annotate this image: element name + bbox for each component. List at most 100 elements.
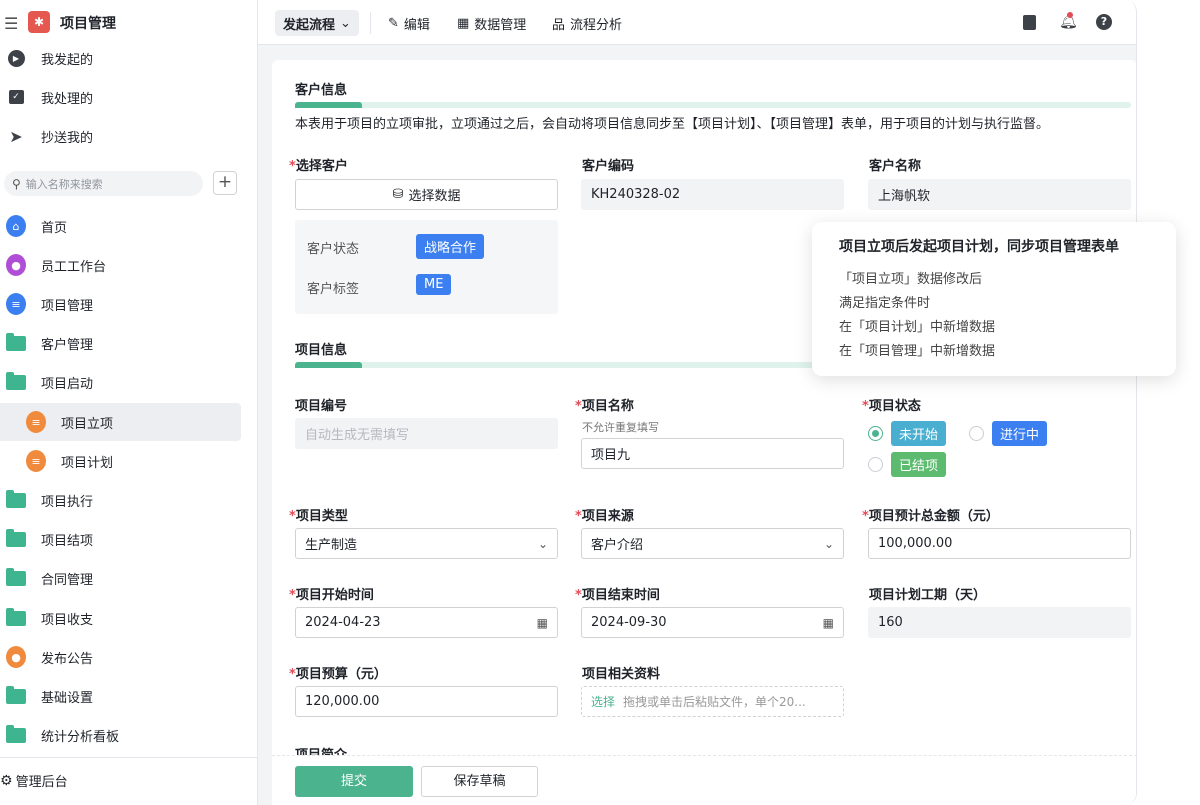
end-date-input[interactable]: 2024-09-30 ▦ xyxy=(581,607,844,638)
sidebar-item[interactable]: ≡ 项目立项 xyxy=(0,403,241,441)
status-radio-not-started[interactable]: 未开始 xyxy=(868,421,947,446)
select-data-button[interactable]: ⛁ 选择数据 xyxy=(295,179,558,210)
help-icon[interactable]: ? xyxy=(1096,14,1112,30)
sidebar-item[interactable]: 统计分析看板 xyxy=(0,717,241,755)
project-no-field: 自动生成无需填写 xyxy=(295,418,558,449)
label: 项目状态 xyxy=(868,399,921,414)
duration-field: 160 xyxy=(868,607,1131,638)
sidebar-item-label: 项目立项 xyxy=(61,416,114,432)
label: 项目来源 xyxy=(581,509,634,524)
notebook-icon[interactable] xyxy=(1023,15,1036,30)
bell-icon[interactable]: 🔔︎ xyxy=(1059,12,1078,30)
budget-input[interactable]: 120,000.00 xyxy=(295,686,558,717)
label: 项目预算（元） xyxy=(295,667,387,682)
label: 流程分析 xyxy=(570,17,623,33)
sidebar-item[interactable]: 客户管理 xyxy=(0,325,241,363)
sidebar-item[interactable]: 项目结项 xyxy=(0,521,241,559)
sidebar-item-label: 合同管理 xyxy=(41,573,94,589)
sidebar-item-label: 首页 xyxy=(41,220,68,236)
data-manage-button[interactable]: ▦ 数据管理 xyxy=(457,10,526,36)
sidebar-item-started[interactable]: ▶ 我发起的 xyxy=(0,39,241,77)
sidebar-item[interactable]: ≡ 项目管理 xyxy=(0,285,241,323)
sidebar-item-cc[interactable]: ➤ 抄送我的 xyxy=(0,117,241,155)
sidebar-item[interactable]: 合同管理 xyxy=(0,560,241,598)
label: 我处理的 xyxy=(41,91,94,107)
user-icon: ● xyxy=(6,646,26,669)
sidebar-item[interactable]: ≡ 项目计划 xyxy=(0,442,241,480)
database-icon: ⛁ xyxy=(392,187,404,202)
chevron-down-icon: ⌄ xyxy=(537,536,548,551)
user-icon: ● xyxy=(6,254,26,277)
sidebar-item[interactable]: 项目收支 xyxy=(0,599,241,637)
radio[interactable] xyxy=(868,426,883,441)
folder-icon xyxy=(6,529,26,550)
flow-analysis-button[interactable]: 品流程分析 xyxy=(552,10,622,36)
tooltip-line: 「项目立项」数据修改后 xyxy=(839,272,983,287)
folder-icon xyxy=(6,725,26,746)
sidebar-item[interactable]: ● 发布公告 xyxy=(0,638,241,676)
sidebar-item[interactable]: ● 员工工作台 xyxy=(0,246,241,284)
attachment-upload[interactable]: 选择 拖拽或单击后粘贴文件，单个20... xyxy=(581,686,844,717)
menu-icon[interactable]: ☰ xyxy=(4,14,18,33)
admin-link[interactable]: ⚙ 管理后台 xyxy=(0,771,68,791)
status-tag: 进行中 xyxy=(992,421,1048,446)
sidebar-item-label: 基础设置 xyxy=(41,690,94,706)
launch-flow-dropdown[interactable]: 发起流程 ⌄ xyxy=(275,10,359,36)
app-window: ☰ ✱ 项目管理 ▶ 我发起的 ✓ 我处理的 ➤ 抄送我的 ⚲ 输入名称来搜索 + ⌂ 首… xyxy=(0,0,1137,805)
search-icon: ⚲ xyxy=(12,176,21,191)
label: 项目类型 xyxy=(295,509,348,524)
search-input[interactable]: ⚲ 输入名称来搜索 xyxy=(4,171,203,196)
label: 项目相关资料 xyxy=(582,667,661,682)
label: 项目开始时间 xyxy=(295,588,374,603)
status-radio-finished[interactable]: 已结项 xyxy=(868,452,947,477)
label: 项目名称 xyxy=(581,399,634,414)
doc-icon: ≡ xyxy=(26,411,46,433)
folder-icon xyxy=(6,685,26,706)
start-date-input[interactable]: 2024-04-23 ▦ xyxy=(295,607,558,638)
label: 数据管理 xyxy=(474,17,527,33)
upload-hint: 拖拽或单击后粘贴文件，单个20... xyxy=(623,695,806,709)
sidebar-item[interactable]: 项目启动 xyxy=(0,364,241,402)
sidebar-item-handled[interactable]: ✓ 我处理的 xyxy=(0,78,241,116)
project-name-input[interactable]: 项目九 xyxy=(581,438,844,469)
sidebar-item-label: 项目计划 xyxy=(61,455,114,471)
sidebar-item-label: 项目启动 xyxy=(41,377,94,393)
value: 客户介绍 xyxy=(591,538,644,553)
label: 客户标签 xyxy=(307,282,360,297)
add-button[interactable]: + xyxy=(213,171,237,195)
folder-open-icon xyxy=(6,372,26,393)
folder-icon xyxy=(6,568,26,589)
tooltip-line: 在「项目管理」中新增数据 xyxy=(839,344,996,359)
calendar-icon: ▦ xyxy=(822,615,834,630)
label: 选择客户 xyxy=(295,159,348,174)
sidebar-item[interactable]: 基础设置 xyxy=(0,677,241,715)
section-bar xyxy=(295,102,1131,108)
save-draft-button[interactable]: 保存草稿 xyxy=(421,766,538,797)
select-file-link[interactable]: 选择 xyxy=(591,693,615,710)
radio[interactable] xyxy=(868,457,883,472)
radio[interactable] xyxy=(969,426,984,441)
sidebar-item-label: 客户管理 xyxy=(41,338,94,354)
tooltip-line: 在「项目计划」中新增数据 xyxy=(839,320,996,335)
chevron-down-icon: ⌄ xyxy=(823,536,834,551)
sidebar-item[interactable]: ⌂ 首页 xyxy=(0,207,241,245)
customer-status-tag: 战略合作 xyxy=(416,234,485,259)
sidebar-item-label: 项目执行 xyxy=(41,494,94,510)
app-title: 项目管理 xyxy=(60,16,116,32)
doc-icon: ≡ xyxy=(26,450,46,473)
status-radio-in-progress[interactable]: 进行中 xyxy=(969,421,1048,446)
sidebar-item[interactable]: 项目执行 xyxy=(0,481,241,519)
project-type-select[interactable]: 生产制造 ⌄ xyxy=(295,528,558,559)
edit-button[interactable]: ✎ 编辑 xyxy=(388,10,430,36)
total-amount-input[interactable]: 100,000.00 xyxy=(868,528,1131,559)
project-source-select[interactable]: 客户介绍 ⌄ xyxy=(581,528,844,559)
form-card: 客户信息 本表用于项目的立项审批，立项通过之后，会自动将项目信息同步至【项目计划… xyxy=(272,60,1136,805)
divider xyxy=(0,757,258,758)
app-logo-icon: ✱ xyxy=(28,11,50,33)
customer-detail-panel: 客户状态 战略合作 客户标签 ME xyxy=(295,220,558,314)
value: 2024-04-23 xyxy=(305,615,381,630)
submit-button[interactable]: 提交 xyxy=(295,766,413,797)
label: 发起流程 xyxy=(283,17,336,33)
value: 2024-09-30 xyxy=(591,615,667,630)
label: 客户编码 xyxy=(582,159,635,174)
